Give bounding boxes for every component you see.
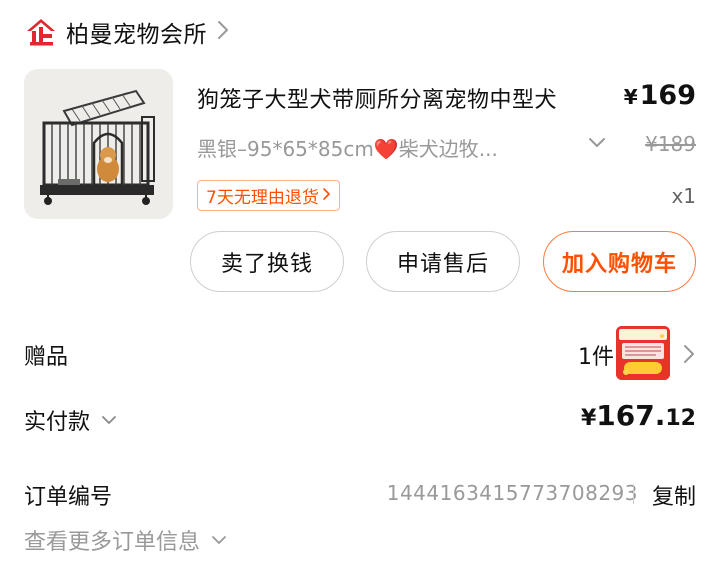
paid-amount-integer: 167.	[596, 399, 666, 432]
product-price: ¥169	[624, 80, 696, 111]
chevron-down-icon	[100, 408, 118, 433]
gift-label: 赠品	[24, 345, 69, 370]
paid-amount: ¥167.12	[581, 399, 696, 432]
chevron-right-icon	[217, 20, 229, 44]
tmall-shop-logo-icon	[24, 15, 58, 49]
return-policy-badge[interactable]: 7天无理由退货	[197, 180, 340, 211]
return-policy-label: 7天无理由退货	[206, 188, 319, 208]
product-sku[interactable]: 黑银–95*65*85cm❤️柴犬边牧...	[197, 133, 567, 162]
gift-promo-image	[616, 326, 670, 380]
paid-label: 实付款	[24, 410, 91, 435]
more-order-info-label: 查看更多订单信息	[24, 530, 201, 555]
product-image[interactable]	[24, 69, 173, 219]
chevron-right-icon[interactable]	[680, 342, 698, 366]
product-title[interactable]: 狗笼子大型犬带厕所分离宠物中型犬	[197, 82, 557, 114]
dog-cage-product-image	[24, 69, 173, 219]
product-quantity: x1	[671, 184, 696, 208]
paid-amount-toggle[interactable]: 实付款	[24, 404, 118, 436]
paid-amount-decimal: 12	[665, 406, 696, 431]
after-sales-button[interactable]: 申请售后	[366, 231, 520, 292]
chevron-down-icon[interactable]	[586, 130, 608, 154]
price-currency: ¥	[623, 85, 638, 109]
copy-order-number-button[interactable]: 复制	[652, 479, 696, 511]
price-value: 169	[639, 80, 696, 111]
gift-thumbnail[interactable]	[616, 326, 670, 380]
original-price: ¥189	[645, 132, 696, 156]
add-to-cart-button[interactable]: 加入购物车	[543, 231, 696, 292]
chevron-down-icon	[210, 528, 228, 553]
chevron-right-icon	[322, 186, 331, 206]
shop-header[interactable]: 柏曼宠物会所	[24, 14, 229, 50]
shop-name: 柏曼宠物会所	[66, 22, 207, 48]
gift-count: 1件	[578, 345, 614, 370]
paid-currency: ¥	[580, 406, 597, 431]
sell-button[interactable]: 卖了换钱	[190, 231, 344, 292]
more-order-info-link[interactable]: 查看更多订单信息	[24, 524, 228, 556]
order-number-label: 订单编号	[24, 485, 113, 510]
order-number: 1444163415773708293	[386, 481, 638, 505]
divider	[633, 484, 634, 504]
